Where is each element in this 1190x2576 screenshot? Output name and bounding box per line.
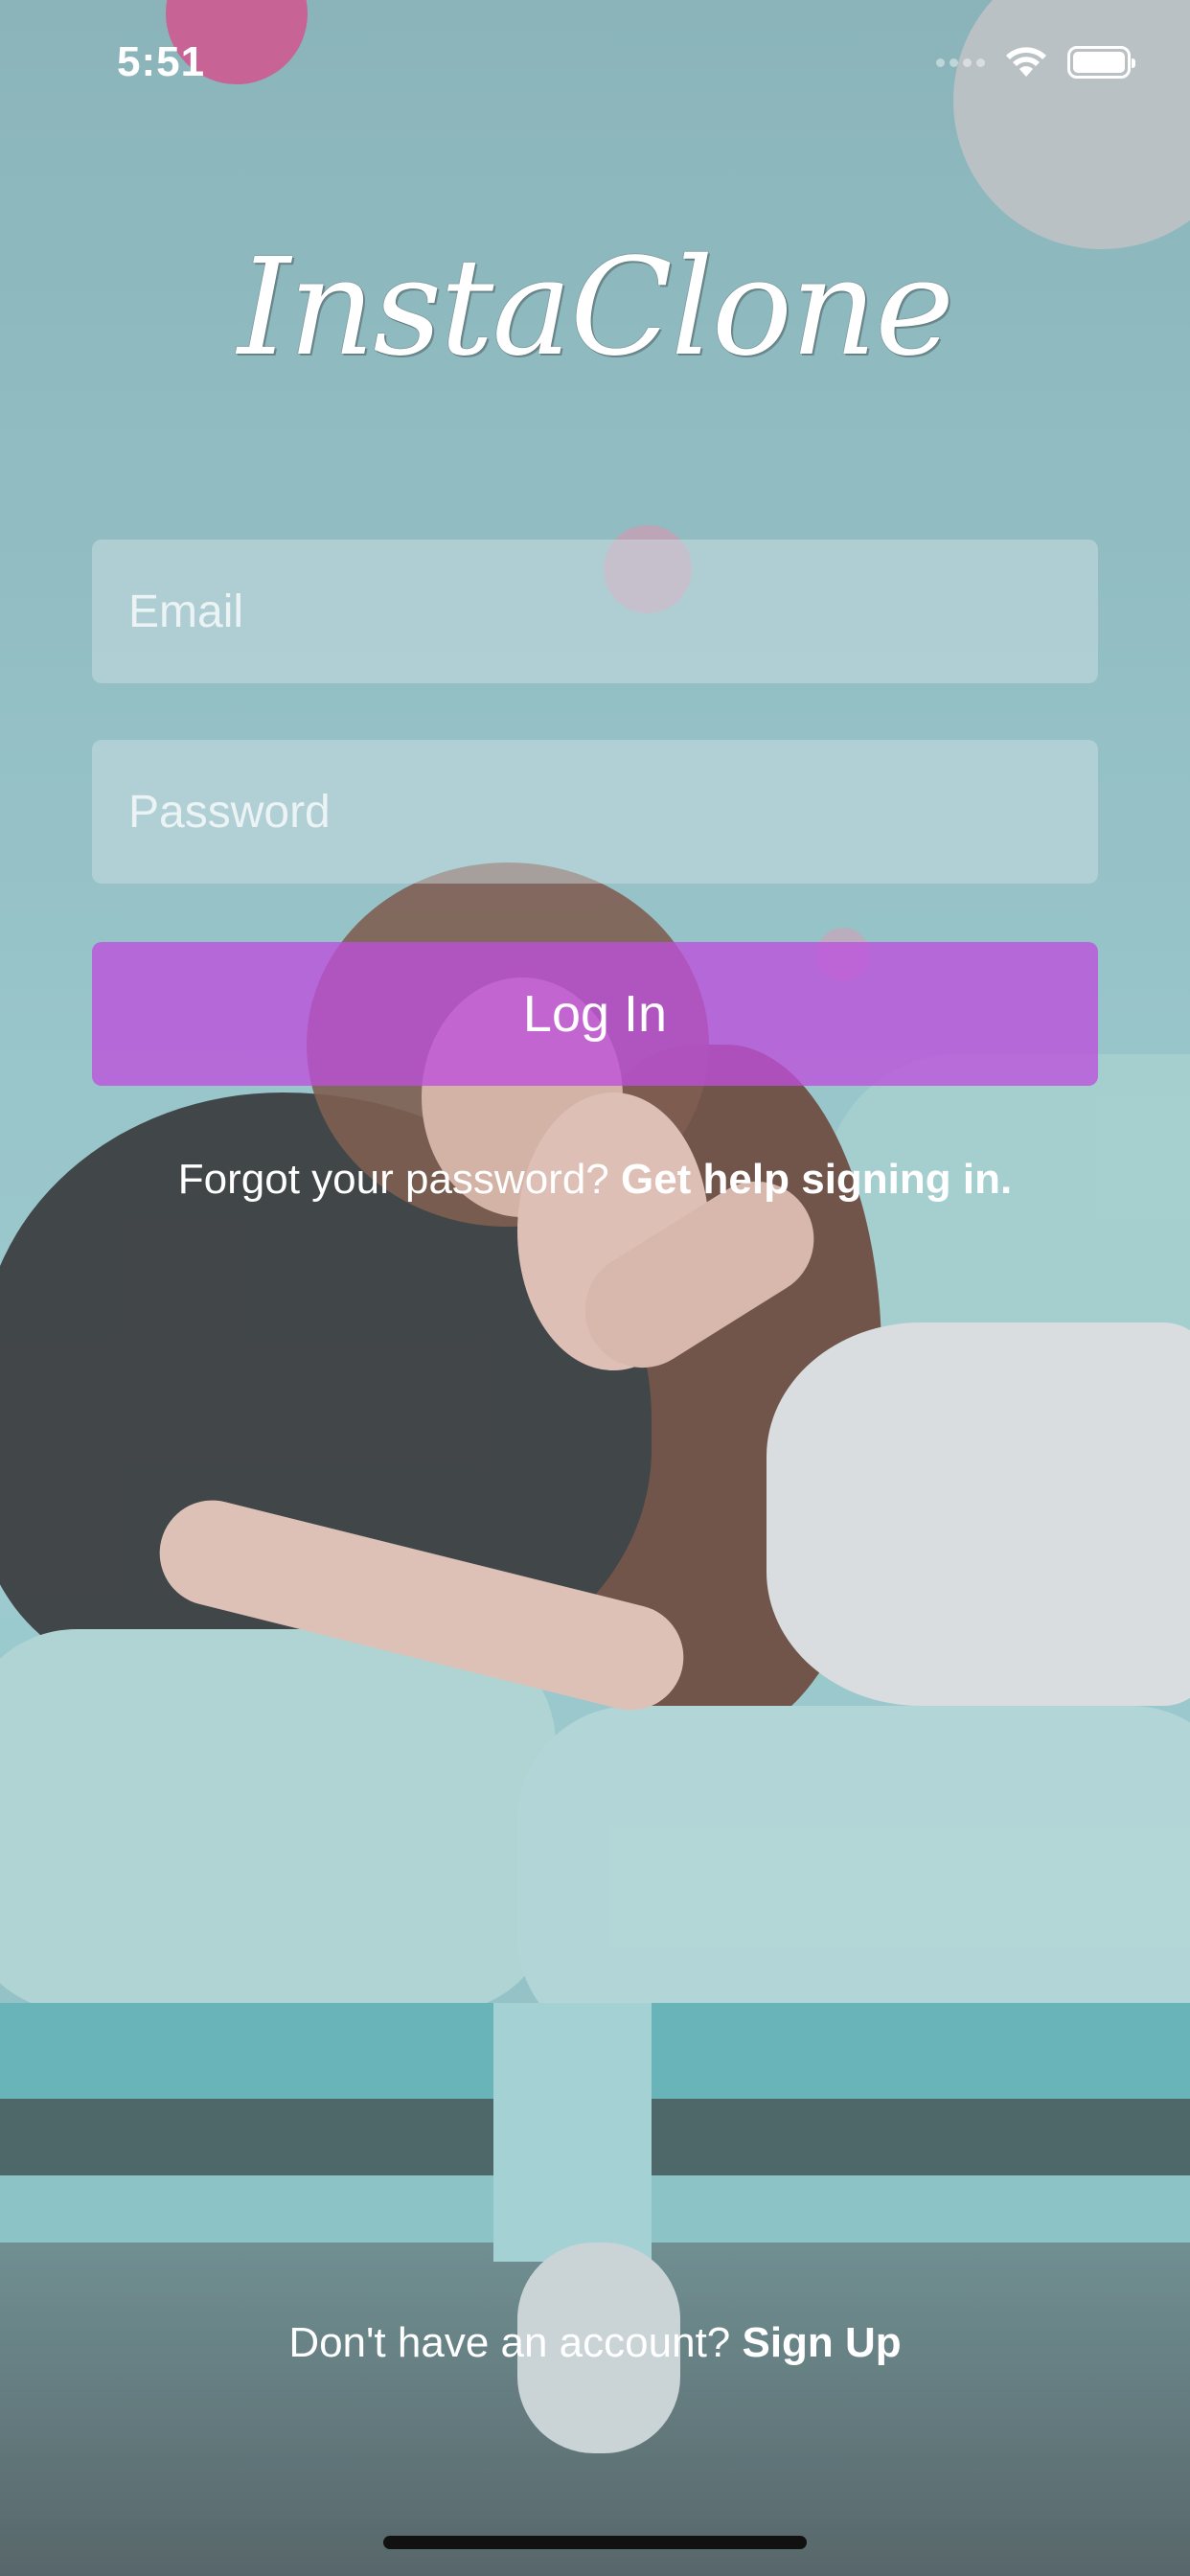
wifi-icon <box>1004 46 1048 79</box>
home-indicator[interactable] <box>383 2536 807 2549</box>
background-overlay <box>0 0 1190 2576</box>
get-help-link[interactable]: Get help signing in. <box>621 1156 1012 1203</box>
login-button[interactable]: Log In <box>92 942 1098 1086</box>
signup-text: Don't have an account? <box>288 2319 743 2366</box>
battery-icon <box>1067 46 1135 79</box>
sign-up-link[interactable]: Sign Up <box>742 2319 901 2366</box>
login-screen <box>0 0 1190 2576</box>
forgot-password-prompt: Forgot your password? Get help signing i… <box>0 1156 1190 1204</box>
email-field[interactable] <box>92 540 1098 683</box>
signup-prompt: Don't have an account? Sign Up <box>0 2319 1190 2367</box>
cellular-signal-icon <box>936 58 985 67</box>
password-field[interactable] <box>92 740 1098 884</box>
forgot-password-text: Forgot your password? <box>177 1156 621 1203</box>
status-time: 5:51 <box>117 38 206 85</box>
status-icons <box>936 42 1135 82</box>
app-logo: InstaClone <box>237 230 954 386</box>
